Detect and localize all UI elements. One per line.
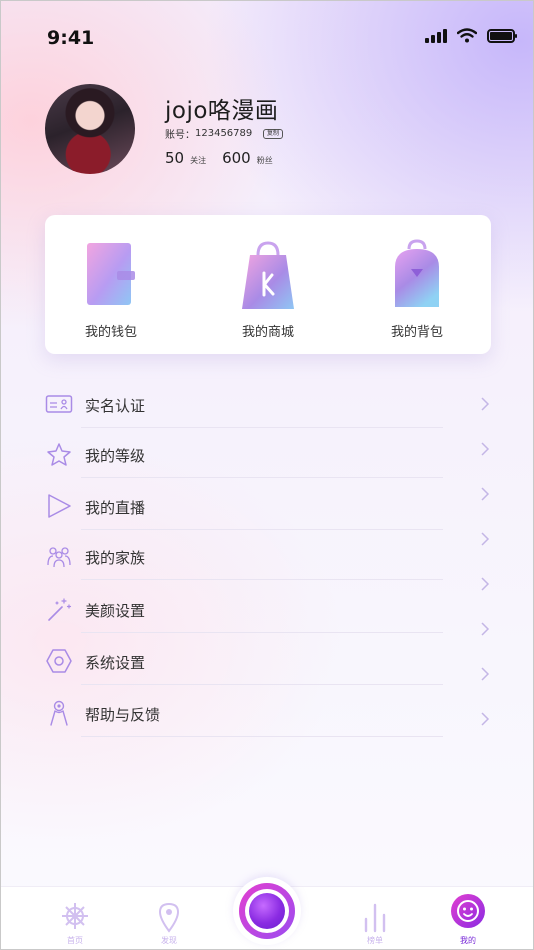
menu-item-real-name[interactable]: 实名认证 — [1, 381, 533, 428]
hexagon-settings-icon — [46, 649, 72, 673]
profile-screen: 9:41 jojo咯漫画 账号： 123456789 复制 50 关注 600 … — [0, 0, 534, 950]
chevron-right-icon[interactable] — [479, 485, 491, 503]
tab-ranking-label: 榜单 — [367, 936, 383, 945]
menu-item-family[interactable]: 我的家族 — [1, 533, 533, 580]
following-label: 关注 — [190, 156, 207, 165]
bar-chart-icon — [364, 903, 386, 933]
signal-icon — [425, 28, 447, 43]
backpack-icon — [395, 239, 439, 307]
account-line: 账号： 123456789 — [165, 126, 252, 141]
helm-icon — [62, 903, 88, 929]
wallet-icon — [87, 243, 135, 305]
menu-label-family: 我的家族 — [85, 549, 146, 567]
menu-item-help[interactable]: 帮助与反馈 — [1, 690, 533, 737]
magic-wand-icon — [48, 598, 72, 621]
profile-name: jojo咯漫画 — [165, 98, 279, 124]
center-live-button[interactable] — [233, 877, 301, 945]
chevron-right-icon[interactable] — [479, 575, 491, 593]
menu-item-live[interactable]: 我的直播 — [1, 483, 533, 530]
quick-mall[interactable]: 我的商城 — [208, 215, 328, 354]
menu-label-level: 我的等级 — [85, 447, 146, 465]
star-icon — [47, 443, 71, 466]
profile-stats: 50 关注 600 粉丝 — [165, 149, 289, 167]
chevron-right-icon[interactable] — [479, 440, 491, 458]
divider — [81, 427, 443, 428]
play-icon — [48, 494, 71, 518]
tab-home-label: 首页 — [67, 936, 83, 945]
id-card-icon — [45, 395, 73, 413]
menu-label-real-name: 实名认证 — [85, 397, 146, 415]
smiley-face-icon — [451, 894, 485, 928]
account-label: 账号： — [165, 130, 195, 141]
tab-mine[interactable]: 我的 — [438, 893, 498, 949]
location-pin-icon — [158, 902, 180, 933]
quick-wallet-label: 我的钱包 — [84, 325, 137, 340]
chevron-right-icon[interactable] — [479, 620, 491, 638]
quick-actions-card: 我的钱包 我的商城 我的背包 — [45, 215, 491, 354]
tab-mine-label: 我的 — [460, 936, 476, 945]
wifi-icon — [457, 28, 477, 43]
copy-button[interactable]: 复制 — [263, 129, 284, 139]
quick-mall-label: 我的商城 — [241, 325, 294, 340]
chevron-right-icon[interactable] — [479, 665, 491, 683]
tab-home[interactable]: 首页 — [45, 893, 105, 949]
divider — [81, 529, 443, 530]
following-count[interactable]: 50 — [165, 149, 184, 167]
menu-label-beauty: 美颜设置 — [85, 602, 146, 620]
tab-discover[interactable]: 发现 — [139, 893, 199, 949]
menu-item-settings[interactable]: 系统设置 — [1, 638, 533, 685]
tab-discover-label: 发现 — [161, 936, 177, 945]
status-icons — [425, 28, 517, 43]
family-icon — [47, 547, 71, 568]
divider — [81, 579, 443, 580]
status-time: 9:41 — [47, 27, 95, 49]
fans-count[interactable]: 600 — [222, 149, 251, 167]
status-bar: 9:41 — [1, 1, 533, 73]
quick-backpack-label: 我的背包 — [390, 325, 443, 340]
avatar[interactable] — [45, 84, 135, 174]
tab-ranking[interactable]: 榜单 — [345, 893, 405, 949]
battery-icon — [487, 28, 517, 43]
account-id: 123456789 — [195, 128, 253, 139]
chevron-right-icon[interactable] — [479, 710, 491, 728]
shopping-bag-icon — [242, 241, 294, 309]
menu-item-level[interactable]: 我的等级 — [1, 431, 533, 478]
menu-label-help: 帮助与反馈 — [85, 706, 161, 724]
quick-backpack[interactable]: 我的背包 — [357, 215, 477, 354]
divider — [81, 632, 443, 633]
divider — [81, 684, 443, 685]
chevron-right-icon[interactable] — [479, 395, 491, 413]
fans-label: 粉丝 — [256, 156, 273, 165]
menu-item-beauty[interactable]: 美颜设置 — [1, 586, 533, 633]
divider — [81, 736, 443, 737]
help-person-icon — [50, 700, 68, 726]
quick-wallet[interactable]: 我的钱包 — [51, 215, 171, 354]
menu-label-settings: 系统设置 — [85, 654, 146, 672]
chevron-right-icon[interactable] — [479, 530, 491, 548]
divider — [81, 477, 443, 478]
menu-label-live: 我的直播 — [85, 499, 146, 517]
